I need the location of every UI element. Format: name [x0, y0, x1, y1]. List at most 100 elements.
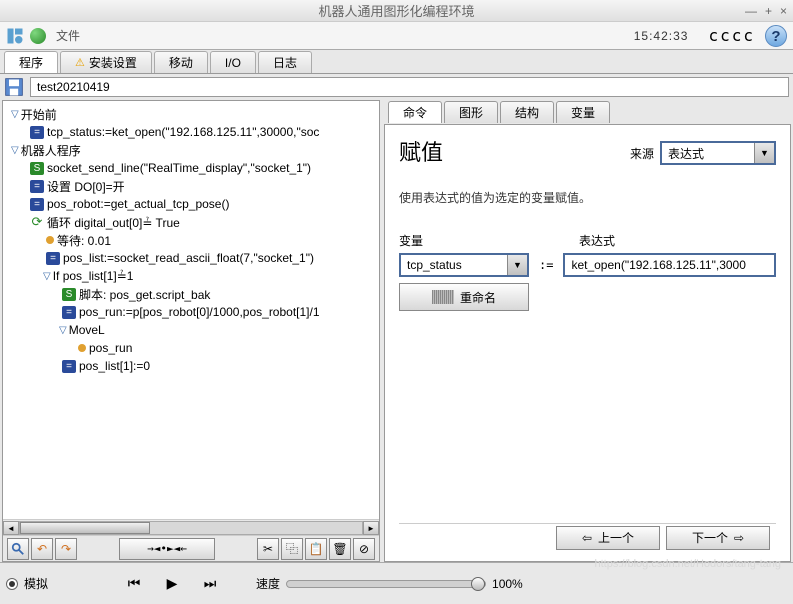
- close-button[interactable]: ×: [780, 4, 787, 18]
- keyboard-icon: [432, 290, 454, 304]
- tree-row[interactable]: = pos_robot:=get_actual_tcp_pose(): [5, 195, 377, 213]
- play-button[interactable]: ▶: [156, 573, 188, 595]
- dot-icon: [46, 236, 54, 244]
- tree-row[interactable]: = pos_list:=socket_read_ascii_float(7,"s…: [5, 249, 377, 267]
- tri-icon: ▽: [11, 109, 19, 120]
- filename-field[interactable]: test20210419: [30, 77, 789, 97]
- variable-label: 变量: [399, 232, 549, 249]
- expression-field[interactable]: ket_open("192.168.125.11",3000: [563, 253, 776, 277]
- arrow-left-icon: ⇦: [582, 531, 592, 545]
- assign-operator: :=: [539, 258, 553, 272]
- sim-radio[interactable]: [6, 578, 18, 590]
- command-panel: 赋值 来源 表达式 ▼ 使用表达式的值为选定的变量赋值。 变量 表达式 tcp_…: [384, 124, 791, 562]
- detail-tab-1[interactable]: 图形: [444, 101, 498, 123]
- forward-button[interactable]: ⏭: [194, 573, 226, 595]
- chevron-down-icon[interactable]: ▼: [507, 255, 527, 275]
- tree-row[interactable]: ▽ 机器人程序: [5, 141, 377, 159]
- tri-icon: ▽: [43, 271, 51, 282]
- copy-button[interactable]: ⿻: [281, 538, 303, 560]
- tree-row[interactable]: = pos_run:=p[pos_robot[0]/1000,pos_robot…: [5, 303, 377, 321]
- green-icon: S: [62, 288, 76, 301]
- blue-icon: =: [62, 360, 76, 373]
- bottom-nav: ⇦上一个 下一个⇨: [399, 523, 776, 551]
- speed-control: 速度 100%: [256, 575, 523, 592]
- tri-icon: ▽: [11, 145, 19, 156]
- cycle-icon: ⟳: [30, 216, 44, 229]
- tab-4[interactable]: 日志: [258, 51, 312, 73]
- rename-button[interactable]: 重命名: [399, 283, 529, 311]
- speed-value: 100%: [492, 577, 523, 591]
- filename-bar: test20210419: [0, 74, 793, 100]
- main-tabs: 程序⚠安装设置移动I/O日志: [0, 50, 793, 74]
- detail-tab-3[interactable]: 变量: [556, 101, 610, 123]
- scroll-right-button[interactable]: ►: [363, 521, 379, 535]
- title-bar: 机器人通用图形化编程环境 — + ×: [0, 0, 793, 22]
- detail-tab-2[interactable]: 结构: [500, 101, 554, 123]
- prev-button[interactable]: ⇦上一个: [556, 526, 660, 550]
- tab-3[interactable]: I/O: [210, 51, 256, 73]
- redo-button[interactable]: ↷: [55, 538, 77, 560]
- variable-value: tcp_status: [401, 258, 507, 272]
- scroll-track[interactable]: [19, 521, 363, 535]
- h-scrollbar[interactable]: ◄ ►: [3, 519, 379, 535]
- scroll-left-button[interactable]: ◄: [3, 521, 19, 535]
- paste-button[interactable]: 📋: [305, 538, 327, 560]
- detail-tabs: 命令图形结构变量: [384, 101, 791, 125]
- tree-row[interactable]: ▽ MoveL: [5, 321, 377, 339]
- tab-0[interactable]: 程序: [4, 51, 58, 73]
- speed-label: 速度: [256, 575, 280, 592]
- tree-row[interactable]: S socket_send_line("RealTime_display","s…: [5, 159, 377, 177]
- cut-button[interactable]: ✂: [257, 538, 279, 560]
- source-value: 表达式: [662, 145, 754, 162]
- search-button[interactable]: [7, 538, 29, 560]
- source-combo[interactable]: 表达式 ▼: [660, 141, 776, 165]
- blue-icon: =: [30, 180, 44, 193]
- suppress-button[interactable]: ⊘: [353, 538, 375, 560]
- program-tree-pane: ▽ 开始前= tcp_status:=ket_open("192.168.125…: [2, 100, 380, 562]
- tree-row[interactable]: ▽ If pos_list[1]≟1: [5, 267, 377, 285]
- detail-pane: 命令图形结构变量 赋值 来源 表达式 ▼ 使用表达式的值为选定的变量赋值。 变量…: [384, 100, 791, 562]
- edit-toolbar: ↶ ↷ →◄•►◄← ✂ ⿻ 📋 🗑 ⊘: [3, 535, 379, 561]
- tab-1[interactable]: ⚠安装设置: [60, 51, 152, 73]
- program-tree[interactable]: ▽ 开始前= tcp_status:=ket_open("192.168.125…: [3, 101, 379, 519]
- help-button[interactable]: ?: [765, 25, 787, 47]
- minimize-button[interactable]: —: [745, 4, 757, 18]
- panel-description: 使用表达式的值为选定的变量赋值。: [399, 189, 776, 206]
- blue-icon: =: [30, 198, 44, 211]
- save-icon[interactable]: [4, 77, 24, 97]
- blue-icon: =: [30, 126, 44, 139]
- move-node-button[interactable]: →◄•►◄←: [119, 538, 215, 560]
- blue-icon: =: [62, 306, 76, 319]
- scroll-thumb[interactable]: [20, 522, 150, 534]
- tree-row[interactable]: = pos_list[1]:=0: [5, 357, 377, 375]
- variable-combo[interactable]: tcp_status ▼: [399, 253, 529, 277]
- tree-row[interactable]: pos_run: [5, 339, 377, 357]
- tri-icon: ▽: [59, 325, 67, 336]
- source-label: 来源: [630, 145, 654, 162]
- tree-row[interactable]: = tcp_status:=ket_open("192.168.125.11",…: [5, 123, 377, 141]
- sim-label: 模拟: [24, 575, 48, 592]
- rewind-button[interactable]: ⏮: [118, 573, 150, 595]
- maximize-button[interactable]: +: [765, 4, 772, 18]
- menu-file[interactable]: 文件: [56, 27, 80, 44]
- window-title: 机器人通用图形化编程环境: [0, 1, 793, 20]
- play-controls: ⏮ ▶ ⏭: [118, 573, 226, 595]
- tab-2[interactable]: 移动: [154, 51, 208, 73]
- undo-button[interactable]: ↶: [31, 538, 53, 560]
- tree-row[interactable]: ▽ 开始前: [5, 105, 377, 123]
- delete-button[interactable]: 🗑: [329, 538, 351, 560]
- speed-slider[interactable]: [286, 580, 486, 588]
- tree-row[interactable]: = 设置 DO[0]=开: [5, 177, 377, 195]
- globe-icon[interactable]: [30, 28, 46, 44]
- tree-row[interactable]: ⟳ 循环 digital_out[0]≟ True: [5, 213, 377, 231]
- tree-row[interactable]: 等待: 0.01: [5, 231, 377, 249]
- arrow-right-icon: ⇨: [734, 531, 744, 545]
- next-button[interactable]: 下一个⇨: [666, 526, 770, 550]
- detail-tab-0[interactable]: 命令: [388, 101, 442, 123]
- tree-row[interactable]: S 脚本: pos_get.script_bak: [5, 285, 377, 303]
- top-toolbar: 文件 15:42:33 cccc ?: [0, 22, 793, 50]
- speed-knob[interactable]: [471, 577, 485, 591]
- status-cccc: cccc: [708, 26, 755, 45]
- chevron-down-icon[interactable]: ▼: [754, 143, 774, 163]
- dot-icon: [78, 344, 86, 352]
